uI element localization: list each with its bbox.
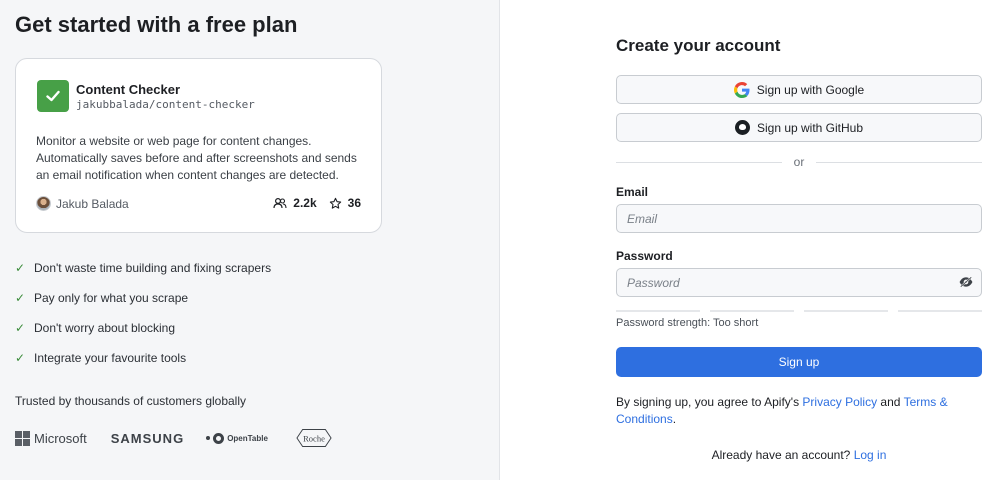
left-panel: Get started with a free plan Content Che… bbox=[0, 0, 500, 480]
check-icon: ✓ bbox=[15, 261, 26, 275]
privacy-policy-link[interactable]: Privacy Policy bbox=[802, 395, 877, 409]
form-title: Create your account bbox=[616, 36, 781, 55]
list-item: ✓ Don't waste time building and fixing sc… bbox=[15, 261, 272, 275]
customer-logos: Microsoft SAMSUNG OpenTable Roche bbox=[15, 426, 332, 450]
avatar bbox=[36, 196, 51, 211]
divider-line bbox=[816, 161, 983, 163]
samsung-logo: SAMSUNG bbox=[110, 430, 185, 446]
roche-hexagon-icon: Roche bbox=[296, 429, 332, 447]
or-divider: or bbox=[616, 155, 983, 169]
strength-bar bbox=[804, 310, 888, 312]
roche-logo: Roche bbox=[296, 428, 332, 448]
actor-slug: jakubbalada/content-checker bbox=[76, 98, 255, 111]
terms-text: By signing up, you agree to Apify's Priv… bbox=[616, 395, 948, 426]
check-icon: ✓ bbox=[15, 291, 26, 305]
actor-author: Jakub Balada bbox=[36, 196, 129, 211]
login-prompt: Already have an account? Log in bbox=[711, 448, 887, 462]
stars-count: 36 bbox=[347, 196, 361, 210]
opentable-dot-icon bbox=[206, 436, 211, 440]
google-button-label: Sign up with Google bbox=[756, 82, 865, 97]
password-label: Password bbox=[616, 249, 673, 263]
author-name: Jakub Balada bbox=[56, 196, 129, 211]
svg-text:Roche: Roche bbox=[303, 433, 325, 443]
actor-stats: 2.2k 36 bbox=[273, 196, 361, 210]
users-icon bbox=[273, 197, 287, 209]
google-icon bbox=[733, 81, 750, 98]
login-link[interactable]: Log in bbox=[854, 448, 887, 462]
content-checker-logo-icon bbox=[37, 80, 69, 112]
email-label: Email bbox=[616, 185, 649, 199]
page-heading: Get started with a free plan bbox=[15, 12, 298, 37]
strength-bar bbox=[710, 310, 794, 312]
list-item: ✓ Pay only for what you scrape bbox=[15, 291, 189, 305]
password-strength-meter bbox=[616, 310, 982, 312]
checkmark-icon bbox=[46, 90, 60, 102]
strength-bar bbox=[616, 310, 700, 312]
list-item: ✓ Integrate your favourite tools bbox=[15, 351, 187, 365]
opentable-logo: OpenTable bbox=[206, 432, 268, 444]
opentable-ring-icon bbox=[213, 432, 225, 444]
google-signup-button[interactable]: Sign up with Google bbox=[616, 75, 982, 104]
actor-description: Monitor a website or web page for conten… bbox=[36, 134, 357, 182]
actor-title: Content Checker bbox=[76, 82, 181, 97]
star-icon bbox=[329, 197, 341, 209]
check-icon: ✓ bbox=[15, 351, 26, 365]
password-strength-text: Password strength: Too short bbox=[616, 317, 759, 329]
eye-off-icon[interactable] bbox=[959, 276, 973, 288]
github-signup-button[interactable]: Sign up with GitHub bbox=[616, 113, 982, 142]
divider-text: or bbox=[793, 155, 805, 169]
strength-bar bbox=[898, 310, 982, 312]
users-count: 2.2k bbox=[293, 196, 317, 210]
github-button-label: Sign up with GitHub bbox=[756, 120, 864, 135]
actor-card[interactable]: Content Checker jakubbalada/content-chec… bbox=[15, 58, 382, 233]
microsoft-logo: Microsoft bbox=[15, 430, 87, 446]
benefits-list: ✓ Don't waste time building and fixing sc… bbox=[15, 253, 271, 373]
email-field[interactable] bbox=[616, 204, 982, 233]
signup-panel: Create your account Sign up with Google … bbox=[500, 0, 1000, 480]
github-icon bbox=[734, 120, 750, 135]
divider-line bbox=[616, 161, 782, 163]
microsoft-icon bbox=[15, 430, 30, 446]
signup-button[interactable]: Sign up bbox=[616, 347, 982, 377]
list-item: ✓ Don't worry about blocking bbox=[15, 321, 176, 335]
password-field[interactable] bbox=[616, 268, 982, 297]
check-icon: ✓ bbox=[15, 321, 26, 335]
trusted-text: Trusted by thousands of customers global… bbox=[15, 394, 247, 408]
